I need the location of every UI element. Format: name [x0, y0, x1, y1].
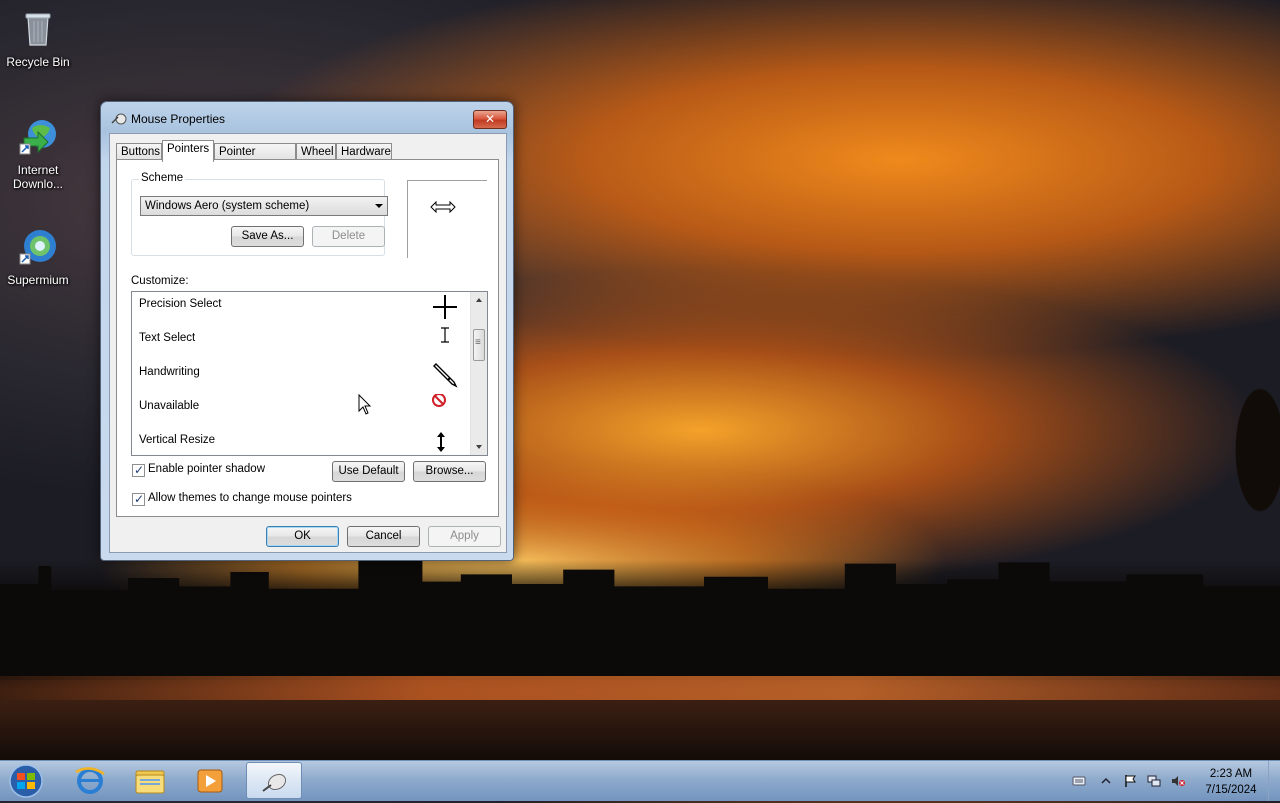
mouse-properties-window: Mouse Properties ✕ Buttons Pointers Poin… — [100, 101, 514, 561]
clock-time: 2:23 AM — [1209, 768, 1253, 780]
list-item[interactable]: Handwriting — [132, 360, 468, 394]
recycle-bin-icon — [25, 13, 51, 46]
horizontal-resize-icon — [430, 201, 456, 213]
allow-themes-label: Allow themes to change mouse pointers — [148, 492, 352, 504]
wallpaper-tree — [1210, 340, 1280, 570]
save-as-button[interactable]: Save As... — [231, 226, 304, 247]
customize-label: Customize: — [131, 275, 189, 287]
taskbar-mouse-properties[interactable] — [246, 762, 302, 799]
use-default-button[interactable]: Use Default — [332, 461, 405, 482]
list-item-label: Unavailable — [139, 400, 200, 412]
list-item[interactable]: Precision Select — [132, 292, 468, 326]
tab-hardware[interactable]: Hardware — [336, 143, 392, 160]
text-beam-icon — [441, 327, 449, 343]
list-item-label: Handwriting — [139, 366, 200, 378]
list-item-label: Precision Select — [139, 298, 222, 310]
taskbar-file-explorer[interactable] — [122, 762, 178, 799]
mouse-icon — [262, 773, 287, 792]
list-item[interactable]: Vertical Resize — [132, 428, 468, 455]
desktop-icon-label: Internet Downlo... — [12, 163, 64, 191]
pen-icon — [433, 363, 458, 388]
tab-pointer-options[interactable]: Pointer Options — [214, 143, 296, 174]
pointer-preview — [407, 180, 487, 258]
desktop-icon-label: Supermium — [7, 273, 69, 287]
list-scrollbar[interactable] — [470, 292, 487, 455]
mouse-icon — [111, 113, 127, 125]
internet-explorer-icon — [75, 767, 105, 794]
media-player-icon — [197, 769, 223, 793]
wallpaper-water — [0, 676, 1280, 700]
title-bar[interactable]: Mouse Properties ✕ — [101, 102, 513, 134]
close-button[interactable]: ✕ — [473, 110, 507, 129]
ok-button[interactable]: OK — [266, 526, 339, 547]
scheme-selected: Windows Aero (system scheme) — [145, 200, 310, 212]
pointers-panel: Scheme Windows Aero (system scheme) Save… — [116, 159, 499, 517]
folder-icon — [135, 770, 165, 794]
scroll-up-icon[interactable] — [471, 292, 487, 308]
desktop-icon-label: Recycle Bin — [6, 55, 70, 69]
keyboard-icon[interactable] — [1072, 774, 1086, 788]
chevron-down-icon — [375, 204, 383, 208]
taskbar: 2:23 AM 7/15/2024 — [0, 760, 1280, 801]
apply-button[interactable]: Apply — [428, 526, 501, 547]
list-item-label: Text Select — [139, 332, 196, 344]
chevron-up-icon[interactable] — [1099, 774, 1113, 788]
list-item[interactable]: Unavailable — [132, 394, 468, 428]
desktop-icon-supermium[interactable]: Supermium — [0, 226, 76, 287]
tab-pointers[interactable]: Pointers — [162, 140, 214, 162]
dialog-client: Buttons Pointers Pointer Options Wheel H… — [109, 133, 507, 553]
crosshair-icon — [433, 295, 457, 319]
list-item-label: Vertical Resize — [139, 434, 216, 446]
clock-date: 7/15/2024 — [1205, 784, 1257, 796]
network-icon[interactable] — [1147, 774, 1161, 788]
wallpaper-skyline — [0, 560, 1280, 680]
list-item[interactable]: Text Select — [132, 326, 468, 360]
scroll-down-icon[interactable] — [471, 439, 487, 455]
scheme-label: Scheme — [139, 172, 186, 184]
delete-button[interactable]: Delete — [312, 226, 385, 247]
start-button-icon[interactable] — [4, 763, 48, 799]
mouse-cursor-icon — [358, 394, 372, 415]
system-clock[interactable]: 2:23 AM 7/15/2024 — [1196, 766, 1266, 798]
tab-wheel[interactable]: Wheel — [296, 143, 336, 160]
scroll-thumb[interactable] — [473, 329, 485, 361]
globe-download-icon — [19, 120, 56, 155]
supermium-icon — [19, 230, 56, 265]
scheme-dropdown[interactable]: Windows Aero (system scheme) — [140, 196, 388, 216]
customize-list[interactable]: Precision Select Text Select Handwriting — [131, 291, 488, 456]
show-desktop-button[interactable] — [1268, 761, 1280, 801]
volume-muted-icon[interactable] — [1171, 774, 1185, 788]
cancel-button[interactable]: Cancel — [347, 526, 420, 547]
allow-themes-checkbox[interactable] — [132, 492, 145, 506]
enable-shadow-checkbox[interactable] — [132, 463, 145, 477]
browse-button[interactable]: Browse... — [413, 461, 486, 482]
vertical-resize-icon — [437, 432, 445, 452]
taskbar-internet-explorer[interactable] — [62, 762, 118, 799]
unavailable-icon — [432, 394, 446, 407]
taskbar-media-player[interactable] — [182, 762, 238, 799]
enable-shadow-label: Enable pointer shadow — [148, 463, 265, 475]
desktop-icon-internet-download[interactable]: Internet Downlo... — [0, 116, 76, 191]
desktop-icon-recycle-bin[interactable]: Recycle Bin — [0, 8, 76, 69]
tab-buttons[interactable]: Buttons — [116, 143, 162, 160]
window-title: Mouse Properties — [131, 112, 226, 126]
action-center-flag-icon[interactable] — [1123, 774, 1137, 788]
